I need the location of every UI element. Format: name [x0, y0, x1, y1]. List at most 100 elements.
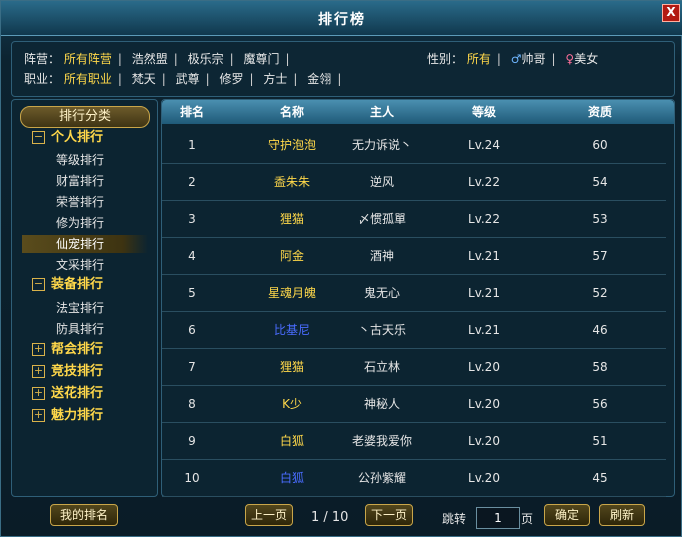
table-row[interactable]: 3 狸猫 〆惯孤單 Lv.22 53	[162, 201, 666, 238]
table-row[interactable]: 2 盉朱朱 逆风 Lv.22 54	[162, 164, 666, 201]
ranking-window: 排行榜 X 阵营： 所有阵营 | 浩然盟 | 极乐宗 | 魔尊门 | 性别： 所有 | ♂…	[0, 0, 682, 537]
group-arena[interactable]: + 竞技排行	[32, 362, 103, 380]
aptitude-cell: 58	[592, 360, 608, 374]
group-label: 帮会排行	[51, 342, 104, 357]
job-option-all[interactable]: 所有职业	[64, 72, 112, 86]
prev-page-button[interactable]: 上一页	[245, 504, 293, 526]
category-sidebar: 排行分类 − 个人排行 等级排行 财富排行 荣誉排行 修为排行 仙宠排行 文采排行…	[11, 99, 158, 497]
group-charm[interactable]: + 魅力排行	[32, 406, 103, 424]
group-label: 魅力排行	[51, 408, 104, 423]
close-button[interactable]: X	[662, 4, 680, 22]
table-row[interactable]: 9 白狐 老婆我爱你 Lv.20 51	[162, 423, 666, 460]
camp-option[interactable]: 魔尊门	[244, 52, 280, 66]
table-row[interactable]: 6 比基尼 丶古天乐 Lv.21 46	[162, 312, 666, 349]
table-row[interactable]: 10 白狐 公孙紫耀 Lv.20 45	[162, 460, 666, 497]
category-header: 排行分类	[20, 106, 150, 128]
camp-option[interactable]: 极乐宗	[188, 52, 224, 66]
confirm-button[interactable]: 确定	[544, 504, 590, 526]
sidebar-item-pet[interactable]: 仙宠排行	[22, 235, 148, 253]
sidebar-item-literary[interactable]: 文采排行	[56, 256, 104, 274]
aptitude-cell: 54	[592, 175, 608, 189]
job-option[interactable]: 金翎	[307, 72, 331, 86]
jump-page-input[interactable]	[476, 507, 520, 529]
job-option[interactable]: 武尊	[176, 72, 200, 86]
expand-icon[interactable]: +	[32, 409, 45, 422]
sidebar-item-cultivation[interactable]: 修为排行	[56, 214, 104, 232]
sidebar-item-armor[interactable]: 防具排行	[56, 320, 104, 338]
sidebar-item-treasure[interactable]: 法宝排行	[56, 299, 104, 317]
level-cell: Lv.21	[468, 323, 500, 337]
rank-cell: 2	[188, 175, 196, 189]
table-row[interactable]: 7 狸猫 石立林 Lv.20 58	[162, 349, 666, 386]
job-label: 职业：	[24, 72, 61, 86]
column-header-aptitude: 资质	[587, 105, 612, 119]
job-option[interactable]: 方士	[263, 72, 287, 86]
level-cell: Lv.22	[468, 175, 500, 189]
gender-filter: 性别： 所有 | ♂帅哥 | ♀美女	[427, 52, 599, 66]
group-guild[interactable]: + 帮会排行	[32, 340, 103, 358]
ranking-table: 排名 名称 主人 等级 资质 1 守护泡泡 无力诉说丶 Lv.24 60 2 盉朱朱 逆风 Lv…	[161, 99, 675, 497]
gender-option-all[interactable]: 所有	[467, 52, 491, 66]
rank-cell: 3	[188, 212, 196, 226]
level-cell: Lv.20	[468, 397, 500, 411]
expand-icon[interactable]: +	[32, 365, 45, 378]
camp-option[interactable]: 浩然盟	[132, 52, 168, 66]
group-personal[interactable]: − 个人排行	[32, 128, 103, 146]
sidebar-item-wealth[interactable]: 财富排行	[56, 172, 104, 190]
rank-cell: 8	[188, 397, 196, 411]
male-icon: ♂	[510, 52, 522, 66]
rank-cell: 1	[188, 138, 196, 152]
group-label: 送花排行	[51, 386, 104, 401]
table-row[interactable]: 8 K少 神秘人 Lv.20 56	[162, 386, 666, 423]
camp-label: 阵营：	[24, 52, 61, 66]
collapse-icon[interactable]: −	[32, 131, 45, 144]
level-cell: Lv.20	[468, 434, 500, 448]
window-title: 排行榜	[318, 12, 366, 28]
group-label: 个人排行	[51, 130, 104, 145]
group-label: 装备排行	[51, 277, 104, 292]
my-rank-button[interactable]: 我的排名	[50, 504, 118, 526]
gender-option-male[interactable]: 帅哥	[522, 52, 546, 66]
aptitude-cell: 56	[592, 397, 608, 411]
job-filter-row: 职业： 所有职业 | 梵天 | 武尊 | 修罗 | 方士 | 金翎 |	[24, 72, 342, 86]
aptitude-cell: 53	[592, 212, 608, 226]
rank-cell: 4	[188, 249, 196, 263]
next-page-button[interactable]: 下一页	[365, 504, 413, 526]
aptitude-cell: 57	[592, 249, 608, 263]
job-option[interactable]: 梵天	[132, 72, 156, 86]
filter-panel: 阵营： 所有阵营 | 浩然盟 | 极乐宗 | 魔尊门 | 性别： 所有 | ♂帅哥 | ♀美…	[11, 41, 675, 97]
table-row[interactable]: 1 守护泡泡 无力诉说丶 Lv.24 60	[162, 127, 666, 164]
jump-label: 跳转	[442, 512, 467, 526]
refresh-button[interactable]: 刷新	[599, 504, 645, 526]
title-bar[interactable]: 排行榜 X	[1, 1, 682, 36]
level-cell: Lv.21	[468, 249, 500, 263]
group-flowers[interactable]: + 送花排行	[32, 384, 103, 402]
camp-filter-row: 阵营： 所有阵营 | 浩然盟 | 极乐宗 | 魔尊门 |	[24, 52, 290, 66]
level-cell: Lv.20	[468, 471, 500, 485]
rank-cell: 9	[188, 434, 196, 448]
page-unit-label: 页	[521, 512, 534, 526]
table-header: 排名 名称 主人 等级 资质	[162, 100, 674, 124]
rank-cell: 7	[188, 360, 196, 374]
column-header-rank: 排名	[179, 105, 204, 119]
table-row[interactable]: 4 阿金 酒神 Lv.21 57	[162, 238, 666, 275]
gender-label: 性别：	[427, 52, 464, 66]
aptitude-cell: 46	[592, 323, 608, 337]
rank-cell: 6	[188, 323, 196, 337]
camp-option-all[interactable]: 所有阵营	[64, 52, 112, 66]
group-label: 竞技排行	[51, 364, 104, 379]
rank-cell: 5	[188, 286, 196, 300]
job-option[interactable]: 修罗	[220, 72, 244, 86]
aptitude-cell: 45	[592, 471, 608, 485]
group-equipment[interactable]: − 装备排行	[32, 275, 103, 293]
level-cell: Lv.22	[468, 212, 500, 226]
gender-option-female[interactable]: 美女	[574, 52, 598, 66]
sidebar-item-honor[interactable]: 荣誉排行	[56, 193, 104, 211]
aptitude-cell: 60	[592, 138, 608, 152]
expand-icon[interactable]: +	[32, 387, 45, 400]
collapse-icon[interactable]: −	[32, 278, 45, 291]
expand-icon[interactable]: +	[32, 343, 45, 356]
level-cell: Lv.21	[468, 286, 500, 300]
table-row[interactable]: 5 星魂月魄 鬼无心 Lv.21 52	[162, 275, 666, 312]
sidebar-item-level[interactable]: 等级排行	[56, 151, 104, 169]
